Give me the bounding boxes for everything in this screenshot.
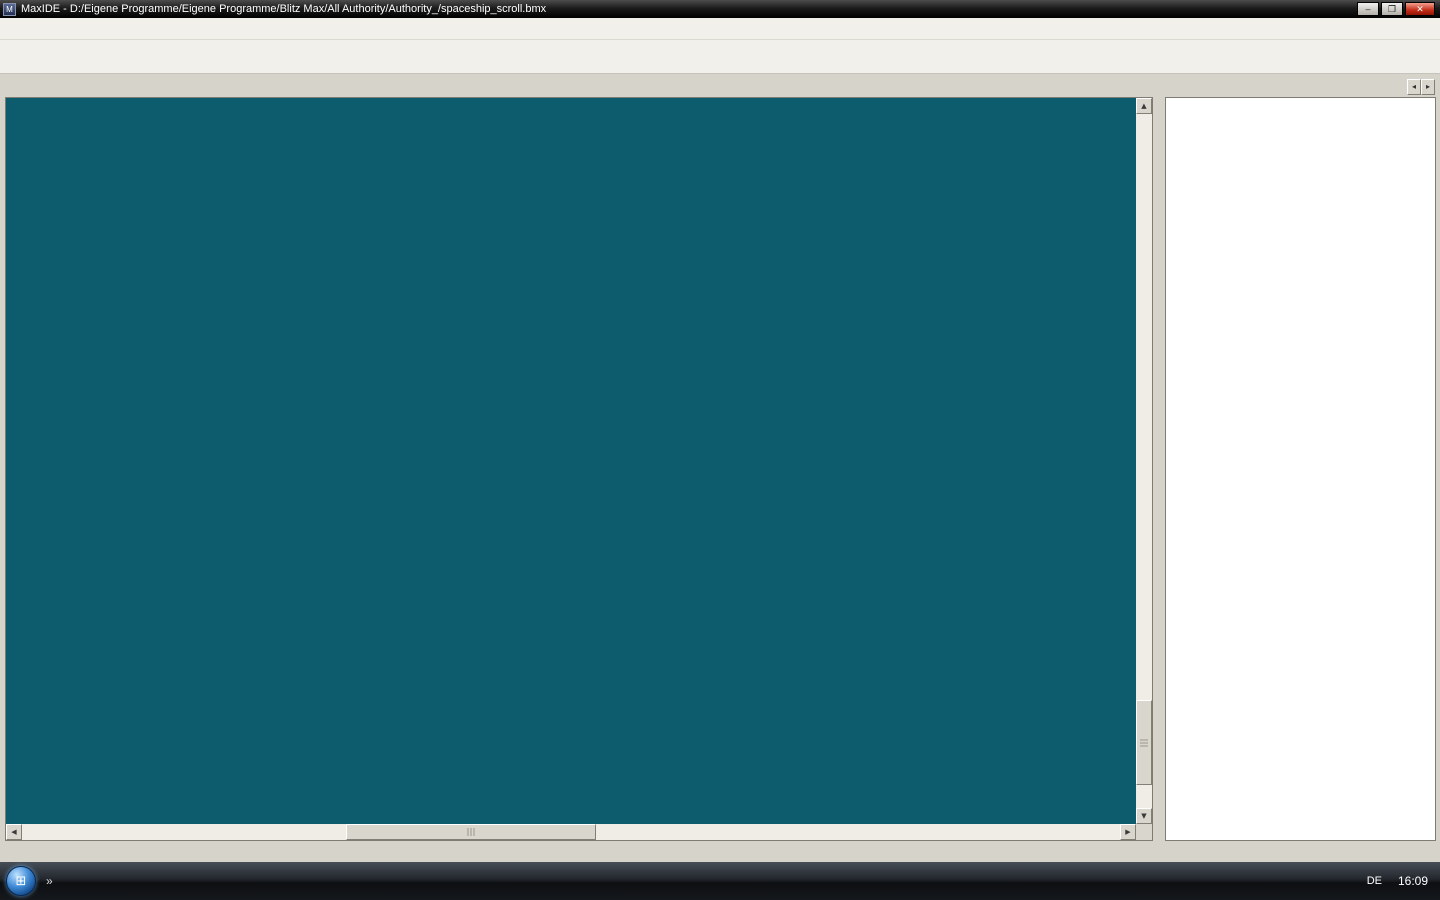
taskbar: ⊞ » DE 16:09 xyxy=(0,862,1440,900)
code-editor[interactable] xyxy=(6,98,1136,824)
close-button[interactable]: ✕ xyxy=(1405,2,1435,16)
scrollbar-corner xyxy=(1136,824,1152,840)
panel-tabs-left-icon[interactable]: ◂ xyxy=(1407,79,1421,95)
title-bar: M MaxIDE - D:/Eigene Programme/Eigene Pr… xyxy=(0,0,1440,18)
horizontal-scrollbar[interactable]: ◀ ▶ xyxy=(6,824,1136,840)
language-indicator[interactable]: DE xyxy=(1367,875,1382,887)
start-button[interactable]: ⊞ xyxy=(6,866,36,896)
minimize-button[interactable]: – xyxy=(1357,2,1379,16)
clock[interactable]: 16:09 xyxy=(1398,874,1428,888)
horizontal-scroll-thumb[interactable] xyxy=(346,824,596,840)
quicklaunch-overflow-chevron[interactable]: » xyxy=(46,874,53,888)
editor-frame: ▲ ▼ ◀ ▶ xyxy=(5,97,1153,841)
window-title: MaxIDE - D:/Eigene Programme/Eigene Prog… xyxy=(21,3,547,15)
scroll-down-icon[interactable]: ▼ xyxy=(1136,808,1152,824)
help-panel: ◂ ▸ xyxy=(1165,76,1436,841)
scroll-up-icon[interactable]: ▲ xyxy=(1136,98,1152,114)
scroll-right-icon[interactable]: ▶ xyxy=(1120,824,1136,840)
windows-flag-icon: ⊞ xyxy=(15,873,27,888)
menu-bar xyxy=(0,18,1440,40)
toolbar xyxy=(0,40,1440,74)
system-tray: DE 16:09 xyxy=(1367,874,1440,888)
scroll-left-icon[interactable]: ◀ xyxy=(6,824,22,840)
vertical-scrollbar[interactable]: ▲ ▼ xyxy=(1136,98,1152,824)
vertical-scroll-thumb[interactable] xyxy=(1136,700,1152,785)
panel-tab-strip: ◂ ▸ xyxy=(1165,76,1436,97)
restore-button[interactable]: ❐ xyxy=(1381,2,1403,16)
panel-tabs-right-icon[interactable]: ▸ xyxy=(1421,79,1435,95)
help-tree xyxy=(1165,97,1436,841)
maxide-window-icon: M xyxy=(3,2,16,16)
